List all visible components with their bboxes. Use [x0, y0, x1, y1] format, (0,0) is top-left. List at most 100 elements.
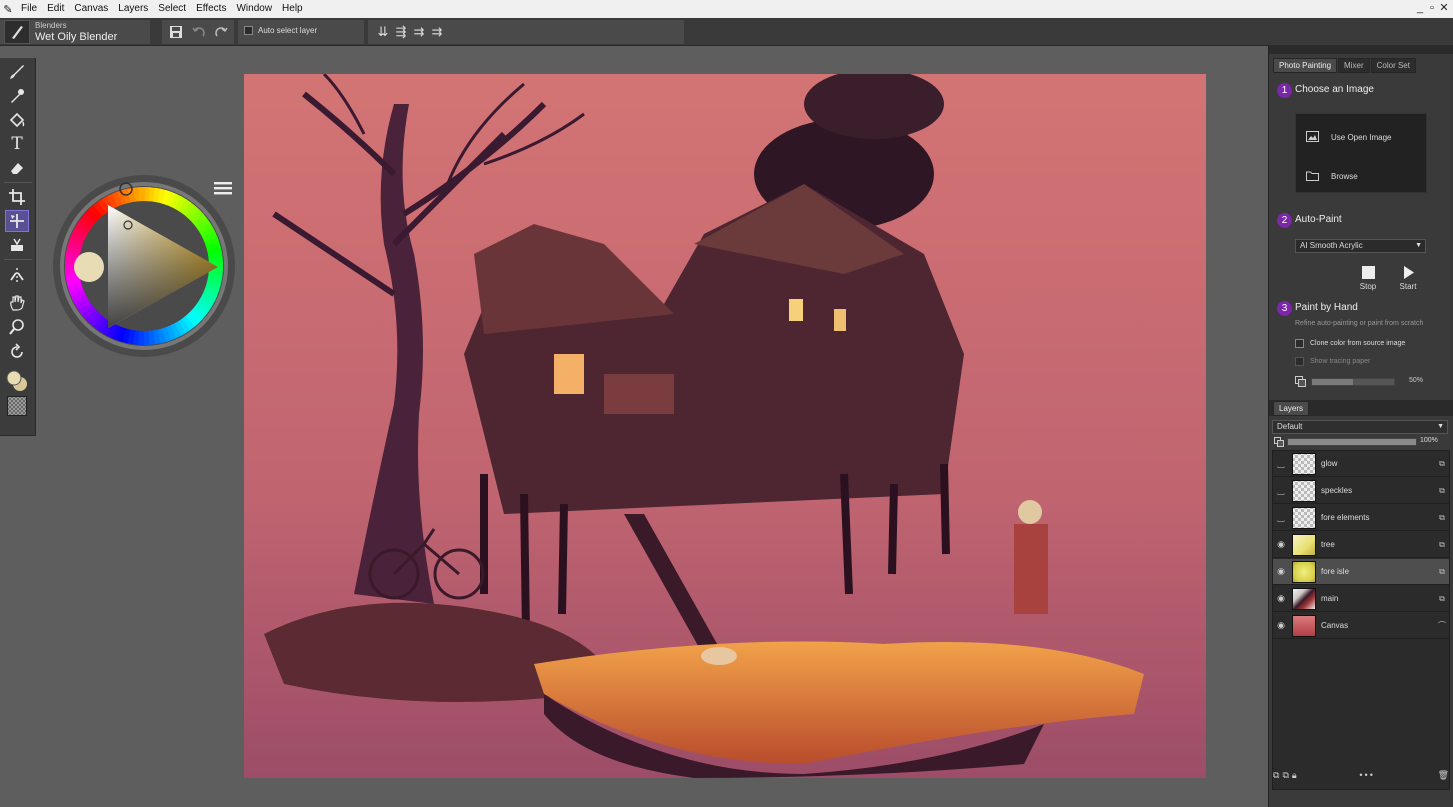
dropper-tool-icon[interactable] [5, 85, 29, 107]
more-options-icon[interactable]: ••• [1300, 770, 1435, 780]
chevron-down-icon: ▼ [1437, 423, 1444, 430]
layer-row[interactable]: ◉ tree ⧉ [1273, 532, 1449, 558]
browse-button[interactable]: Browse [1306, 170, 1358, 183]
trash-icon[interactable]: 🗑︎ [1438, 770, 1449, 781]
symmetry-tool-icon[interactable] [5, 264, 29, 286]
redo-icon[interactable] [213, 24, 229, 40]
step-1-badge: 1 [1277, 83, 1292, 98]
layer-row[interactable]: ◉ main ⧉ [1273, 586, 1449, 612]
tracing-opacity-slider[interactable] [1311, 378, 1395, 386]
painting-canvas[interactable] [244, 74, 1206, 778]
eye-icon[interactable]: ◉ [1273, 539, 1289, 550]
layer-group-icon[interactable]: ⧉ [1282, 770, 1288, 781]
current-color-swatch [74, 252, 104, 282]
tab-photo-painting[interactable]: Photo Painting [1273, 58, 1338, 73]
brush-tool-icon[interactable] [5, 61, 29, 83]
menu-select[interactable]: Select [153, 0, 191, 18]
layer-thumbnail [1292, 614, 1316, 637]
step-3-badge: 3 [1277, 301, 1292, 316]
minimize-button[interactable]: _ [1415, 1, 1425, 15]
eye-closed-icon[interactable]: ‿ [1273, 458, 1289, 469]
layer-options-icon[interactable]: ⧉ [1435, 567, 1449, 577]
tab-layers[interactable]: Layers [1273, 401, 1310, 416]
layers-footer: ⧉ ⧉ 🔒︎ ••• 🗑︎ [1273, 768, 1449, 782]
menu-effects[interactable]: Effects [191, 0, 231, 18]
stop-label: Stop [1359, 282, 1377, 291]
magnifier-tool-icon[interactable] [5, 316, 29, 338]
paint-bucket-tool-icon[interactable] [5, 109, 29, 131]
eye-icon[interactable]: ◉ [1273, 593, 1289, 604]
layer-options-icon[interactable]: ⧉ [1435, 513, 1449, 523]
layer-opacity-slider[interactable] [1287, 438, 1417, 446]
layer-thumbnail [1292, 452, 1316, 475]
tracing-paper-option[interactable]: Show tracing paper [1295, 357, 1370, 366]
menu-edit[interactable]: Edit [42, 0, 69, 18]
app-window: ✎ File Edit Canvas Layers Select Effects Windo… [0, 0, 1453, 807]
tracing-paper-checkbox[interactable] [1295, 357, 1304, 366]
layer-options-icon[interactable]: ⧉ [1435, 594, 1449, 604]
menu-layers[interactable]: Layers [113, 0, 153, 18]
distribute-layers-icon[interactable]: ⇶ [393, 24, 409, 40]
lock-icon[interactable]: 🔒︎ [1292, 770, 1297, 781]
layer-name: fore elements [1321, 513, 1370, 522]
crop-tool-icon[interactable] [5, 186, 29, 208]
layer-row[interactable]: ◉ Canvas ⌒ [1273, 613, 1449, 639]
layer-adjuster-tool-icon[interactable] [5, 210, 29, 232]
clone-color-option[interactable]: Clone color from source image [1295, 339, 1405, 348]
layer-row[interactable]: ‿ fore elements ⧉ [1273, 505, 1449, 531]
new-layer-icon[interactable]: ⧉ [1273, 770, 1279, 781]
layer-options-icon[interactable]: ⧉ [1435, 486, 1449, 496]
auto-paint-preset-select[interactable]: AI Smooth Acrylic ▼ [1295, 239, 1426, 253]
close-button[interactable]: ✕ [1439, 1, 1449, 15]
rotate-page-icon[interactable] [5, 341, 29, 363]
color-wheel-panel[interactable] [53, 175, 235, 357]
menu-window[interactable]: Window [231, 0, 277, 18]
layer-row[interactable]: ◉ fore isle ⧉ [1273, 559, 1449, 585]
paper-texture-swatch[interactable] [5, 395, 29, 417]
menu-canvas[interactable]: Canvas [69, 0, 113, 18]
toolbox-divider [4, 182, 32, 183]
layer-row[interactable]: ‿ glow ⧉ [1273, 451, 1449, 477]
layer-options-icon[interactable]: ⌒ [1435, 620, 1449, 631]
main-secondary-color-swatch[interactable] [5, 370, 29, 392]
composite-method-select[interactable]: Default ▼ [1272, 420, 1448, 434]
layer-row[interactable]: ‿ speckles ⧉ [1273, 478, 1449, 504]
tab-mixer[interactable]: Mixer [1338, 58, 1370, 73]
paint-by-hand-hint: Refine auto-painting or paint from scrat… [1295, 320, 1424, 327]
eye-icon[interactable]: ◉ [1273, 566, 1289, 577]
stop-button[interactable]: Stop [1353, 266, 1383, 291]
layer-opacity-value: 100% [1420, 437, 1438, 444]
layer-options-icon[interactable]: ⧉ [1435, 540, 1449, 550]
color-wheel-menu-icon[interactable] [213, 180, 233, 196]
text-tool-icon[interactable]: T [5, 133, 29, 155]
menu-file[interactable]: File [16, 0, 42, 18]
tracing-opacity-slider-fill [1312, 379, 1353, 385]
auto-select-layer-option[interactable]: Auto select layer [244, 26, 317, 35]
align-right-icon[interactable]: ⇉ [429, 24, 445, 40]
align-layers-icon[interactable]: ⇊ [375, 24, 391, 40]
save-icon[interactable] [168, 24, 184, 40]
restore-button[interactable]: ▫ [1427, 1, 1437, 15]
eye-closed-icon[interactable]: ‿ [1273, 512, 1289, 523]
eraser-tool-icon[interactable] [5, 157, 29, 179]
auto-select-layer-label: Auto select layer [258, 26, 318, 35]
layer-name: tree [1321, 540, 1335, 549]
tracing-layers-icon [1295, 376, 1306, 390]
eye-closed-icon[interactable]: ‿ [1273, 485, 1289, 496]
eye-icon[interactable]: ◉ [1273, 620, 1289, 631]
transform-tool-icon[interactable] [5, 234, 29, 256]
step-3-title: Paint by Hand [1295, 302, 1358, 313]
clone-color-checkbox[interactable] [1295, 339, 1304, 348]
grabber-hand-icon[interactable] [5, 292, 29, 314]
layer-options-icon[interactable]: ⧉ [1435, 459, 1449, 469]
panel-title-bar [1269, 46, 1453, 54]
use-open-image-button[interactable]: Use Open Image [1306, 131, 1391, 144]
color-wheel[interactable] [53, 175, 235, 357]
start-button[interactable]: Start [1393, 266, 1423, 291]
menu-help[interactable]: Help [277, 0, 308, 18]
auto-select-layer-checkbox[interactable] [244, 26, 253, 35]
align-left-icon[interactable]: ⇉ [411, 24, 427, 40]
undo-icon[interactable] [191, 24, 207, 40]
brush-variant-icon[interactable] [4, 20, 30, 44]
tab-color-set[interactable]: Color Set [1370, 58, 1416, 73]
